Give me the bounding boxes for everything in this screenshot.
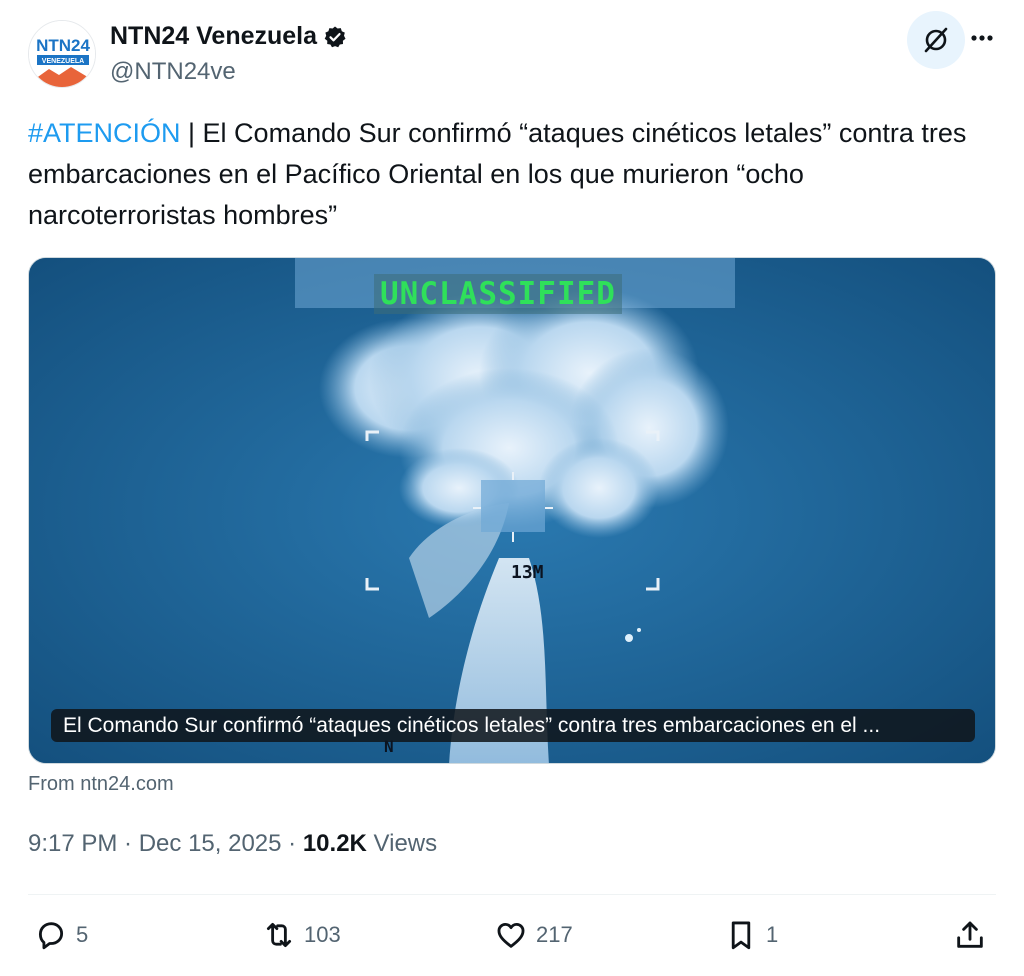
svg-text:NTN24: NTN24	[36, 36, 90, 55]
media-source-link[interactable]: From ntn24.com	[28, 773, 174, 796]
svg-text:VENEZUELA: VENEZUELA	[42, 58, 84, 65]
video-frame	[29, 258, 995, 763]
like-button[interactable]: 217	[494, 917, 573, 953]
heart-icon	[497, 922, 525, 948]
meta-separator-2: ·	[281, 830, 303, 857]
range-label: 13M	[511, 562, 544, 583]
reply-icon	[38, 922, 64, 950]
bookmark-button[interactable]: 1	[724, 917, 778, 953]
repost-icon	[266, 922, 292, 948]
more-button[interactable]	[966, 22, 998, 54]
more-icon	[971, 35, 993, 41]
views-label: Views	[366, 830, 438, 857]
like-count: 217	[536, 922, 573, 947]
video-media[interactable]: UNCLASSIFIED 13M El Comando Sur confirmó…	[28, 257, 996, 764]
display-name-text: NTN24 Venezuela	[110, 22, 318, 50]
meta-separator: ·	[117, 830, 139, 857]
repost-button[interactable]: 103	[262, 917, 341, 953]
share-button[interactable]	[953, 917, 987, 953]
reply-count: 5	[76, 922, 89, 947]
divider	[28, 894, 996, 895]
handle[interactable]: @NTN24ve	[110, 58, 236, 86]
unclassified-label: UNCLASSIFIED	[374, 274, 622, 314]
share-icon	[957, 921, 983, 948]
north-label: N	[384, 737, 394, 756]
hashtag-link[interactable]: #ATENCIÓN	[28, 118, 181, 148]
avatar[interactable]: NTN24 VENEZUELA	[28, 20, 96, 88]
views-count: 10.2K	[302, 830, 367, 857]
post-text: #ATENCIÓN | El Comando Sur confirmó “ata…	[28, 113, 988, 236]
repost-count: 103	[304, 922, 341, 947]
bookmark-icon	[731, 921, 751, 950]
media-caption: El Comando Sur confirmó “ataques cinétic…	[51, 709, 975, 742]
verified-badge-icon	[324, 26, 346, 47]
ntn24-logo: NTN24 VENEZUELA	[29, 21, 95, 87]
reply-button[interactable]: 5	[34, 917, 88, 953]
bookmark-count: 1	[766, 922, 779, 947]
post-date[interactable]: Dec 15, 2025	[139, 830, 282, 857]
grok-button[interactable]	[907, 11, 965, 69]
post-meta: 9:17 PM · Dec 15, 2025 · 10.2K Views	[28, 830, 437, 858]
display-name[interactable]: NTN24 Venezuela	[110, 22, 347, 51]
post-time[interactable]: 9:17 PM	[28, 830, 117, 857]
grok-icon	[924, 27, 948, 53]
